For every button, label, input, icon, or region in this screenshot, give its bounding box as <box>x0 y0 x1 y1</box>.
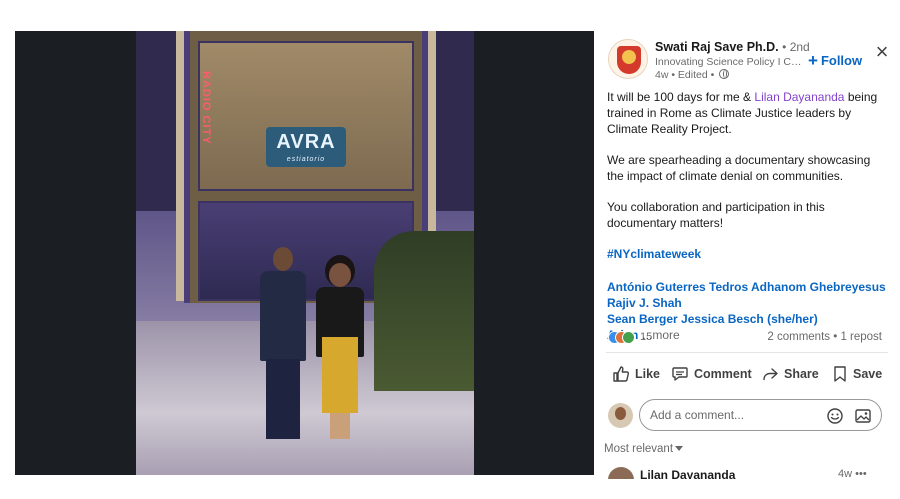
photo-upper-window <box>198 41 414 191</box>
like-label: Like <box>635 367 661 381</box>
comment-icon <box>672 367 688 381</box>
photo-woman-legs <box>330 413 350 439</box>
support-reaction-icon <box>622 331 635 344</box>
author-avatar[interactable] <box>608 39 648 79</box>
photo-person-woman <box>314 263 366 443</box>
post-line1-prefix: It will be 100 days for me & <box>607 90 755 104</box>
plus-icon: + <box>808 51 818 70</box>
post-photo[interactable]: RADIO CITY AVRA estiatorio <box>136 31 474 475</box>
post-detail-panel: Swati Raj Save Ph.D. • 2nd Innovating Sc… <box>594 31 900 499</box>
current-user-avatar[interactable] <box>608 403 633 428</box>
photo-person-man <box>258 247 308 447</box>
comment-button[interactable]: Comment <box>671 365 752 387</box>
post-paragraph-1: It will be 100 days for me & Lilan Dayan… <box>607 89 885 137</box>
current-user-avatar-face <box>615 407 626 420</box>
photo-restaurant-sign: AVRA estiatorio <box>266 127 346 167</box>
post-paragraph-2: We are spearheading a documentary showca… <box>607 153 871 183</box>
follow-button[interactable]: + Follow <box>808 51 862 71</box>
author-headline: Innovating Science Policy I Conquering C… <box>655 56 807 68</box>
photo-neon-sign: RADIO CITY <box>200 71 212 145</box>
mention-link[interactable]: Lilan Dayananda <box>754 90 844 104</box>
commenter-name[interactable]: Lilan Dayananda <box>640 468 735 479</box>
comment-label: Comment <box>694 367 752 381</box>
photo-plants <box>374 231 474 391</box>
comments-reposts-count[interactable]: 2 comments • 1 repost <box>767 331 882 343</box>
photo-woman-head <box>329 263 351 287</box>
photo-woman-dress <box>322 337 358 413</box>
save-button[interactable]: Save <box>832 365 882 387</box>
comment-sort-dropdown[interactable]: Most relevant <box>604 443 684 455</box>
emoji-icon[interactable] <box>826 407 844 425</box>
reaction-count: 15 <box>640 331 653 343</box>
share-label: Share <box>784 367 819 381</box>
divider <box>606 352 888 353</box>
caret-down-icon <box>675 446 684 451</box>
comment-input[interactable] <box>650 408 810 422</box>
close-icon[interactable]: × <box>872 41 892 63</box>
photo-sign-title: AVRA <box>276 131 336 153</box>
post-text: It will be 100 days for me & Lilan Dayan… <box>607 89 885 277</box>
photo-man-suit <box>260 271 306 361</box>
post-time: 4w • Edited • <box>655 69 715 81</box>
connection-degree: • 2nd <box>782 40 810 54</box>
follow-label: Follow <box>820 53 863 68</box>
bookmark-icon <box>834 366 846 382</box>
post-meta: 4w • Edited • <box>655 69 730 81</box>
share-icon <box>763 368 778 381</box>
photo-man-head <box>273 247 293 271</box>
image-icon[interactable] <box>854 407 872 425</box>
comment-time: 4w ••• <box>838 468 867 479</box>
post-paragraph-3: You collaboration and participation in t… <box>607 200 825 230</box>
share-button[interactable]: Share <box>761 365 819 387</box>
thumbs-up-icon <box>613 366 630 382</box>
globe-icon <box>719 69 730 79</box>
media-viewer[interactable]: RADIO CITY AVRA estiatorio <box>15 31 594 475</box>
tagged-people-line-1[interactable]: António Guterres Tedros Adhanom Ghebreye… <box>607 279 887 311</box>
like-button[interactable]: Like <box>612 365 660 387</box>
author-avatar-emblem-center <box>622 50 636 64</box>
first-comment-preview: Lilan Dayananda 4w ••• <box>608 467 888 479</box>
post-hashtag[interactable]: #NYclimateweek <box>607 246 885 262</box>
photo-sign-subtitle: estiatorio <box>286 156 326 163</box>
comment-sort-label: Most relevant <box>604 443 674 455</box>
comment-box[interactable] <box>639 399 882 431</box>
commenter-avatar[interactable] <box>608 467 634 479</box>
post-actions: Like Comment Share Save <box>604 365 894 387</box>
photo-man-legs <box>266 359 300 439</box>
save-label: Save <box>853 367 883 381</box>
author-name[interactable]: Swati Raj Save Ph.D. <box>655 40 779 54</box>
author-name-row: Swati Raj Save Ph.D. • 2nd <box>655 40 810 54</box>
